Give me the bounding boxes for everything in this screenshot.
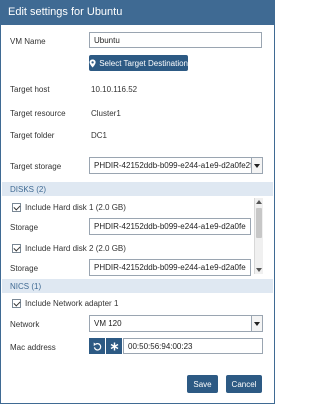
disk-1-storage-value: PHDIR-42152ddb-b099-e244-a1e9-d2a0fe — [94, 222, 246, 231]
network-value: VM 120 — [94, 319, 122, 328]
reset-mac-button[interactable] — [89, 338, 105, 354]
cancel-button[interactable]: Cancel — [226, 375, 262, 393]
asterisk-icon — [110, 341, 118, 351]
chevron-down-icon[interactable] — [251, 158, 262, 173]
select-target-destination-button[interactable]: Select Target Destination — [89, 55, 188, 71]
select-target-destination-label: Select Target Destination — [99, 58, 188, 68]
disk-1-storage-label: Storage — [10, 223, 39, 232]
target-storage-label: Target storage — [10, 162, 62, 171]
vm-name-label: VM Name — [10, 37, 46, 46]
disks-section-header[interactable]: DISKS (2) — [2, 182, 273, 196]
target-storage-value: PHDIR-42152ddb-b099-e244-a1e9-d2a0fe2fa — [94, 161, 257, 170]
disk-1-storage-select[interactable]: PHDIR-42152ddb-b099-e244-a1e9-d2a0fe — [89, 218, 251, 235]
network-select[interactable]: VM 120 — [89, 315, 263, 332]
save-button[interactable]: Save — [187, 375, 218, 393]
target-resource-label: Target resource — [10, 109, 66, 118]
network-label: Network — [10, 320, 40, 329]
chevron-down-icon[interactable] — [251, 316, 262, 331]
undo-icon — [93, 342, 101, 351]
nics-section-header[interactable]: NICS (1) — [2, 279, 273, 293]
disk-2-storage-select[interactable]: PHDIR-42152ddb-b099-e244-a1e9-d2a0fe — [89, 259, 251, 276]
edit-settings-dialog: Edit settings for Ubuntu VM Name Ubuntu … — [0, 0, 275, 404]
disks-scrollbar[interactable] — [254, 198, 263, 274]
map-pin-icon — [89, 59, 96, 67]
scroll-up-icon[interactable] — [256, 200, 262, 204]
network-adapter-1-label: Include Network adapter 1 — [25, 299, 119, 308]
target-host-value: 10.10.116.52 — [91, 85, 138, 94]
scrollbar-thumb[interactable] — [256, 208, 262, 238]
mac-address-label: Mac address — [10, 343, 56, 352]
target-storage-select[interactable]: PHDIR-42152ddb-b099-e244-a1e9-d2a0fe2fa — [89, 157, 263, 174]
disk-2-storage-label: Storage — [10, 264, 39, 273]
mac-address-input[interactable]: 00:50:56:94:00:23 — [123, 338, 263, 354]
dialog-title: Edit settings for Ubuntu — [1, 1, 274, 25]
hard-disk-1-checkbox[interactable] — [12, 203, 21, 212]
hard-disk-2-checkbox[interactable] — [12, 244, 21, 253]
scroll-down-icon[interactable] — [256, 268, 262, 272]
hard-disk-1-label: Include Hard disk 1 (2.0 GB) — [25, 203, 126, 212]
generate-mac-button[interactable] — [106, 338, 122, 354]
target-folder-label: Target folder — [10, 131, 55, 140]
network-adapter-1-checkbox[interactable] — [12, 299, 21, 308]
vm-name-input[interactable]: Ubuntu — [89, 32, 262, 48]
target-host-label: Target host — [10, 85, 50, 94]
hard-disk-2-label: Include Hard disk 2 (2.0 GB) — [25, 244, 126, 253]
disk-2-storage-value: PHDIR-42152ddb-b099-e244-a1e9-d2a0fe — [94, 263, 246, 272]
target-folder-value: DC1 — [91, 131, 108, 140]
target-resource-value: Cluster1 — [91, 109, 121, 118]
